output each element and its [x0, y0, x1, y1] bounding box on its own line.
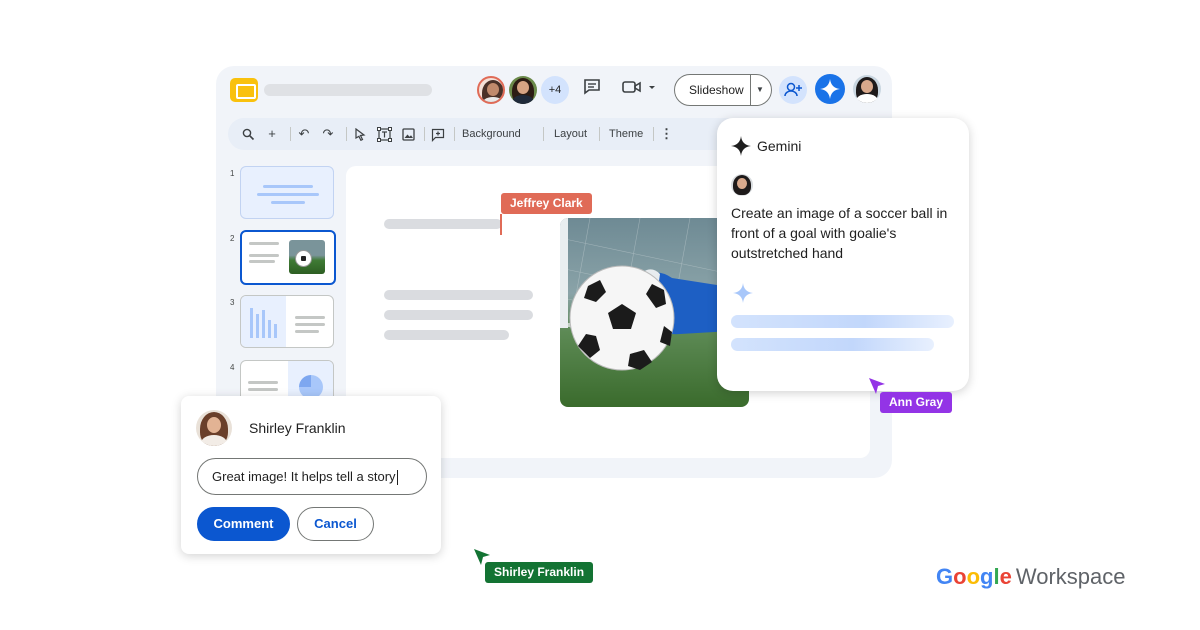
brand-product-name: Workspace — [1015, 564, 1126, 589]
slide-thumbnail-1[interactable] — [240, 166, 334, 219]
select-cursor-icon[interactable] — [352, 118, 368, 150]
text-box-icon[interactable] — [375, 118, 393, 150]
slides-logo-icon[interactable] — [230, 78, 258, 102]
gemini-panel: Gemini Create an image of a soccer ball … — [717, 118, 969, 391]
new-slide-icon[interactable]: + — [264, 118, 280, 150]
comments-icon[interactable] — [580, 77, 604, 101]
title-placeholder-line[interactable] — [384, 219, 502, 229]
brand-letter: G — [936, 564, 954, 589]
gemini-sparkle-icon — [820, 79, 840, 99]
slideshow-label: Slideshow — [689, 83, 744, 97]
thumb-chart-panel — [241, 296, 286, 347]
slide-thumbnail-2[interactable] — [240, 230, 336, 285]
undo-icon[interactable]: ↶ — [296, 118, 312, 150]
thumb-text-line — [249, 254, 279, 257]
comment-author-avatar — [196, 410, 232, 446]
body-placeholder-line — [384, 330, 509, 340]
slide-thumbnail-3[interactable] — [240, 295, 334, 348]
collaborator-avatar-ann[interactable] — [509, 76, 537, 104]
collaborator-cursor-label-jeffrey: Jeffrey Clark — [501, 193, 592, 214]
user-profile-avatar[interactable] — [853, 75, 881, 103]
comment-input[interactable]: Great image! It helps tell a story — [197, 458, 427, 495]
document-title-placeholder[interactable] — [264, 84, 432, 96]
slide-number: 2 — [230, 234, 235, 243]
more-collaborators-badge[interactable]: +4 — [541, 76, 569, 104]
brand-letter: e — [999, 564, 1012, 589]
prompt-user-avatar — [731, 174, 753, 196]
collaborator-cursor-label-ann: Ann Gray — [880, 392, 953, 413]
brand-letter: o — [953, 564, 967, 589]
comment-input-value: Great image! It helps tell a story — [212, 469, 396, 484]
background-menu-button[interactable]: Background — [462, 118, 521, 150]
toolbar-divider — [454, 127, 455, 141]
toolbar-divider — [346, 127, 347, 141]
toolbar-divider — [290, 127, 291, 141]
google-workspace-logo: Google Workspace — [936, 564, 1126, 590]
search-menus-icon[interactable] — [240, 118, 256, 150]
add-comment-icon[interactable] — [430, 118, 446, 150]
thumb-text-line — [248, 388, 278, 391]
gemini-prompt-text: Create an image of a soccer ball in fron… — [731, 205, 948, 261]
body-placeholder-line — [384, 310, 533, 320]
more-options-icon[interactable]: ⋮ — [660, 118, 673, 150]
brand-letter: o — [966, 564, 981, 589]
thumb-text-line — [248, 381, 278, 384]
thumb-text-line — [295, 316, 325, 319]
body-placeholder-line — [384, 290, 533, 300]
slide-number: 1 — [230, 169, 235, 178]
comment-submit-button[interactable]: Comment — [197, 507, 290, 541]
thumb-text-line — [295, 330, 319, 333]
gemini-loading-bar — [731, 315, 954, 328]
comment-cancel-button[interactable]: Cancel — [297, 507, 374, 541]
thumb-text-line — [295, 323, 325, 326]
chevron-down-icon[interactable]: ▼ — [756, 75, 764, 105]
meet-video-icon[interactable] — [620, 77, 660, 101]
slideshow-divider — [750, 75, 751, 105]
share-button[interactable] — [779, 76, 807, 104]
thumb-text-line — [263, 185, 313, 188]
comment-author-name: Shirley Franklin — [249, 420, 346, 436]
add-person-icon — [784, 82, 802, 97]
gemini-loading-sparkle-icon — [733, 283, 753, 303]
gemini-title: Gemini — [757, 138, 802, 154]
toolbar-divider — [424, 127, 425, 141]
theme-menu-button[interactable]: Theme — [609, 118, 643, 150]
collaborator-avatar-jeffrey[interactable] — [477, 76, 505, 104]
gemini-button[interactable] — [815, 74, 845, 104]
brand-letter: g — [980, 564, 994, 589]
toolbar-divider — [653, 127, 654, 141]
gemini-loading-bar — [731, 338, 934, 351]
thumb-text-line — [271, 201, 305, 204]
thumb-text-line — [257, 193, 319, 196]
collaborator-text-caret — [500, 214, 502, 235]
gemini-star-icon — [731, 136, 751, 156]
redo-icon[interactable]: ↷ — [320, 118, 336, 150]
comment-card: Shirley Franklin Great image! It helps t… — [181, 396, 441, 554]
layout-menu-button[interactable]: Layout — [554, 118, 587, 150]
thumb-text-line — [249, 260, 275, 263]
thumb-text-line — [249, 242, 279, 245]
slide-number: 3 — [230, 298, 235, 307]
insert-image-icon[interactable] — [400, 118, 416, 150]
thumb-soccer-image — [289, 240, 325, 274]
toolbar-divider — [543, 127, 544, 141]
toolbar-divider — [599, 127, 600, 141]
text-caret — [396, 470, 398, 486]
slideshow-button[interactable]: Slideshow ▼ — [674, 74, 772, 106]
slide-number: 4 — [230, 363, 235, 372]
collaborator-cursor-label-shirley: Shirley Franklin — [485, 562, 594, 583]
